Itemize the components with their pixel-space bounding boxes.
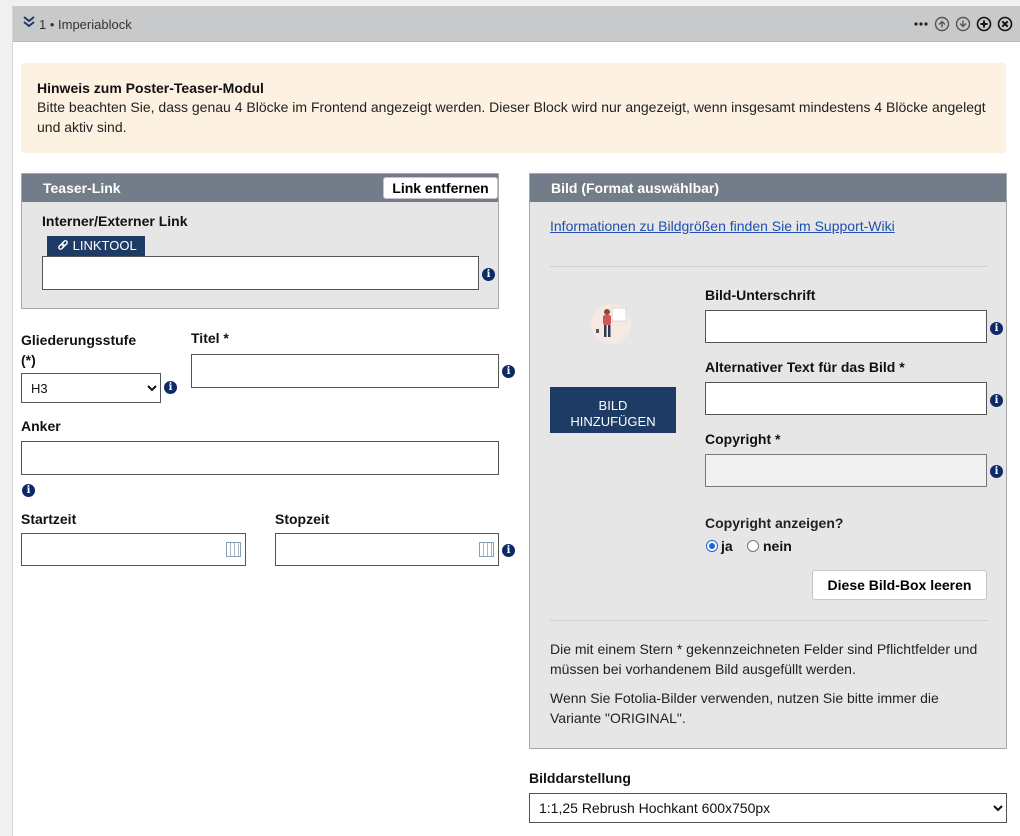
stop-label: Stopzeit — [275, 511, 330, 527]
linktool-button[interactable]: LINKTOOL — [47, 236, 145, 256]
anchor-label: Anker — [21, 418, 61, 434]
level-label: Gliederungsstufe (*) — [21, 332, 137, 368]
title-info-icon[interactable]: i — [502, 365, 515, 378]
calendar-icon[interactable] — [226, 542, 241, 557]
collapse-chevron-icon[interactable] — [22, 15, 36, 29]
alt-text-label: Alternativer Text für das Bild * — [705, 359, 905, 375]
link-input[interactable] — [42, 256, 479, 290]
copyright-yes-radio[interactable] — [706, 540, 718, 552]
move-down-icon[interactable] — [955, 16, 971, 32]
stop-date-input[interactable] — [275, 533, 499, 566]
title-label: Titel * — [191, 330, 229, 346]
copyright-input[interactable] — [705, 454, 987, 487]
notice-box: Hinweis zum Poster-Teaser-Modul Bitte be… — [21, 63, 1006, 153]
start-label: Startzeit — [21, 511, 77, 527]
copyright-label: Copyright * — [705, 431, 781, 447]
support-wiki-link[interactable]: Informationen zu Bildgrößen finden Sie i… — [550, 218, 895, 234]
add-icon[interactable] — [976, 16, 992, 32]
anchor-input[interactable] — [21, 441, 499, 475]
link-info-icon[interactable]: i — [482, 268, 495, 281]
fotolia-hint: Wenn Sie Fotolia-Bilder verwenden, nutze… — [550, 690, 939, 726]
linktool-label: LINKTOOL — [72, 238, 137, 253]
level-select[interactable]: H3 — [21, 373, 161, 403]
more-icon[interactable] — [913, 16, 929, 32]
remove-link-button[interactable]: Link entfernen — [383, 177, 498, 199]
teaser-link-panel: Teaser-Link Link entfernen Interner/Exte… — [21, 173, 499, 309]
calendar-icon[interactable] — [479, 542, 494, 557]
block-header: 1 • Imperiablock — [13, 6, 1020, 42]
alt-text-input[interactable] — [705, 382, 987, 415]
start-date-input[interactable] — [21, 533, 246, 566]
link-label: Interner/Externer Link — [42, 213, 188, 229]
caption-info-icon[interactable]: i — [990, 322, 1003, 335]
copyright-yes-label[interactable]: ja — [721, 538, 733, 554]
copyright-info-icon[interactable]: i — [990, 465, 1003, 478]
caption-label: Bild-Unterschrift — [705, 287, 816, 303]
copyright-no-radio[interactable] — [747, 540, 759, 552]
notice-text: Bitte beachten Sie, dass genau 4 Blöcke … — [37, 99, 986, 135]
move-up-icon[interactable] — [934, 16, 950, 32]
image-panel-header: Bild (Format auswählbar) — [530, 174, 1006, 202]
title-input[interactable] — [191, 354, 499, 388]
block-title: 1 • Imperiablock — [39, 17, 132, 32]
caption-input[interactable] — [705, 310, 987, 343]
module-block: 1 • Imperiablock Hinweis zum Poster-Teas… — [12, 6, 1020, 836]
display-label: Bilddarstellung — [529, 770, 631, 786]
clear-image-box-button[interactable]: Diese Bild-Box leeren — [812, 570, 987, 600]
link-icon — [58, 240, 68, 250]
divider — [550, 266, 988, 267]
divider — [550, 620, 988, 621]
display-select[interactable]: 1:1,25 Rebrush Hochkant 600x750px — [529, 793, 1007, 823]
copyright-no-label[interactable]: nein — [763, 538, 792, 554]
add-image-button[interactable]: BILD HINZUFÜGEN — [550, 387, 676, 433]
required-hint: Die mit einem Stern * gekennzeichneten F… — [550, 641, 978, 677]
date-info-icon[interactable]: i — [502, 544, 515, 557]
show-copyright-label: Copyright anzeigen? — [705, 515, 844, 531]
anchor-info-icon[interactable]: i — [22, 484, 35, 497]
image-panel: Bild (Format auswählbar) Informationen z… — [529, 173, 1007, 749]
close-icon[interactable] — [997, 16, 1013, 32]
notice-heading: Hinweis zum Poster-Teaser-Modul — [37, 80, 264, 96]
level-info-icon[interactable]: i — [164, 381, 177, 394]
image-placeholder-icon — [591, 304, 631, 344]
alt-text-info-icon[interactable]: i — [990, 394, 1003, 407]
